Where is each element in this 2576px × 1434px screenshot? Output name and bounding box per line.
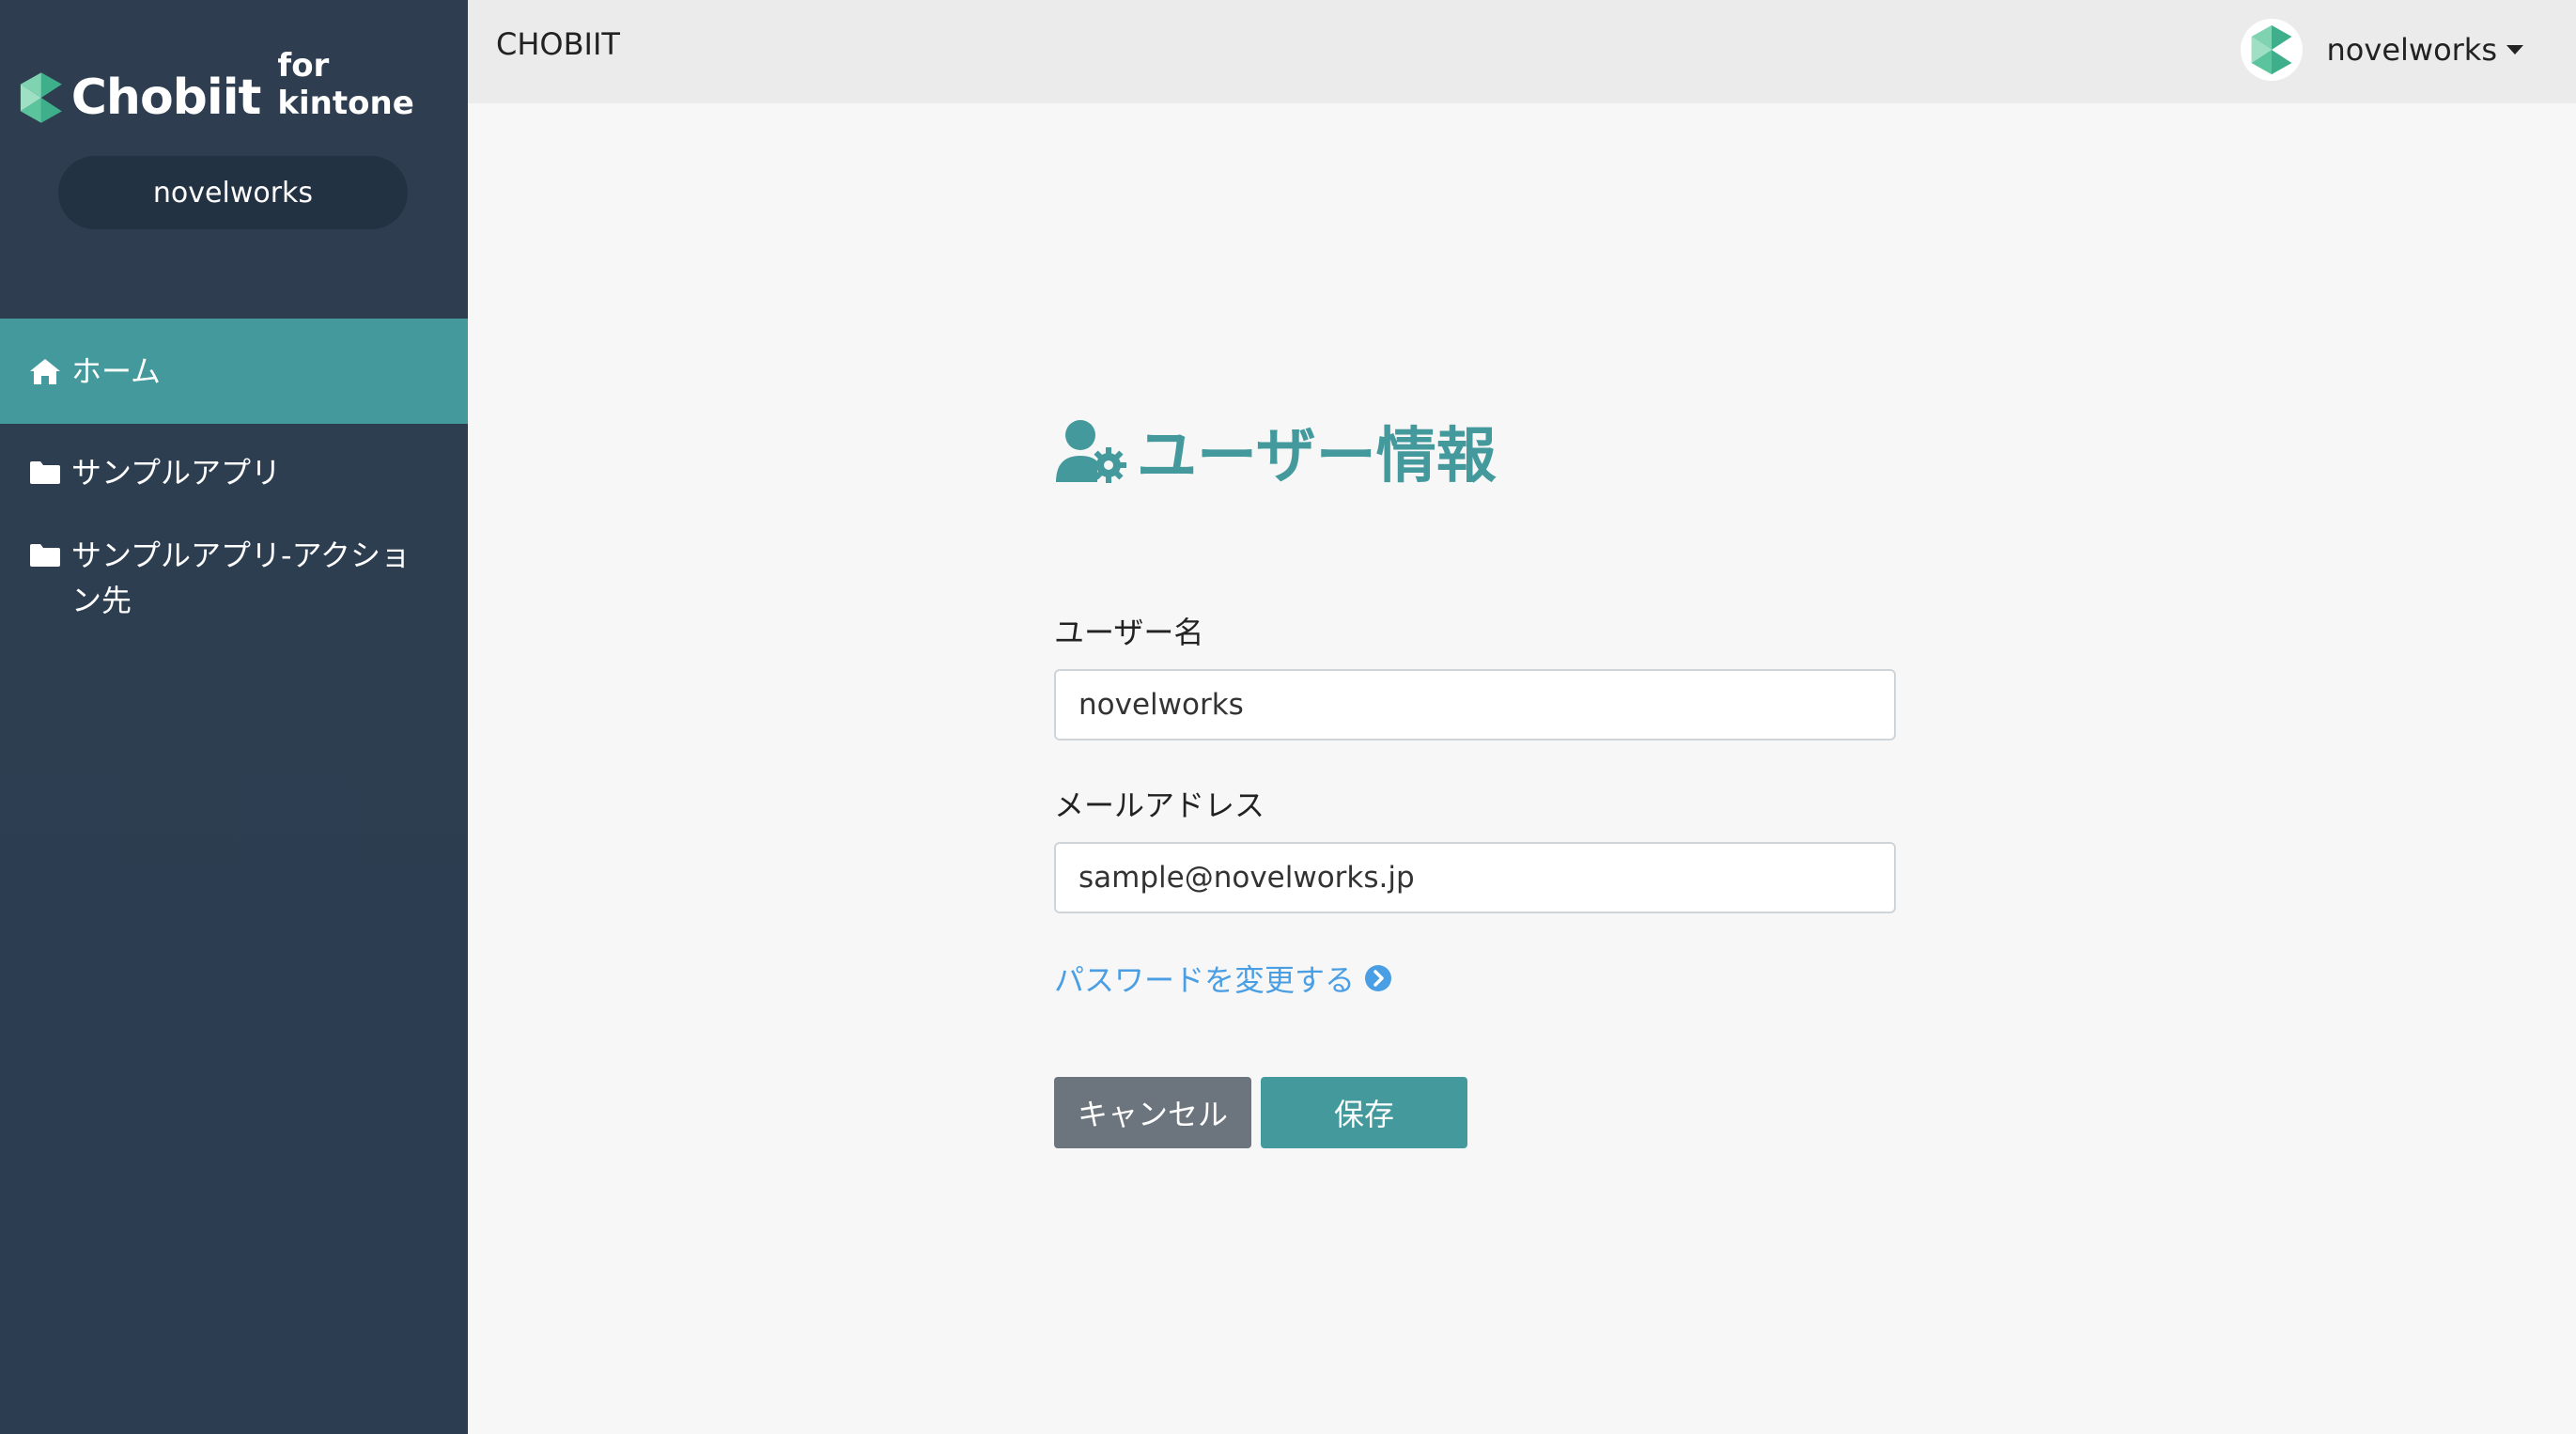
- change-password-link[interactable]: パスワードを変更する: [1054, 957, 1392, 1000]
- page-title-text: ユーザー情報: [1137, 422, 1497, 491]
- logo-subtitle: for kintone: [277, 47, 414, 122]
- user-menu[interactable]: novelworks: [2240, 19, 2523, 81]
- sidebar-item-label: サンプルアプリ: [71, 455, 282, 491]
- logo-wordmark: Chobiit: [70, 70, 262, 126]
- folder-icon: [30, 461, 60, 484]
- save-button[interactable]: 保存: [1261, 1077, 1467, 1148]
- user-settings-icon: [1056, 420, 1126, 483]
- username-label: ユーザー名: [1054, 615, 1204, 650]
- brand-title: CHOBIIT: [496, 26, 620, 62]
- chobiit-logo-icon: [2251, 24, 2291, 75]
- folder-icon: [30, 544, 60, 567]
- email-field[interactable]: [1054, 842, 1896, 913]
- sidebar-item-sample-app-action[interactable]: サンプルアプリ-アクション先: [0, 522, 468, 649]
- chevron-right-circle-icon: [1365, 965, 1392, 991]
- chevron-down-icon: [2506, 45, 2523, 55]
- sidebar-item-sample-app[interactable]: サンプルアプリ: [0, 424, 468, 522]
- sidebar-item-label: サンプルアプリ-アクション先: [71, 538, 411, 618]
- sidebar-item-home[interactable]: ホーム: [0, 319, 468, 424]
- chobiit-logo-icon: [20, 72, 62, 123]
- top-bar: CHOBIIT novelworks: [468, 0, 2576, 103]
- account-badge: novelworks: [58, 156, 408, 229]
- page-title: ユーザー情報: [1054, 413, 1900, 491]
- username-field[interactable]: [1054, 669, 1896, 740]
- change-password-label: パスワードを変更する: [1054, 962, 1356, 998]
- cancel-button[interactable]: キャンセル: [1054, 1077, 1251, 1148]
- sidebar-item-label: ホーム: [71, 353, 162, 389]
- home-icon: [30, 359, 60, 384]
- avatar: [2240, 19, 2303, 81]
- sidebar-nav: ホーム サンプルアプリ サンプルアプリ-アクション先: [0, 319, 468, 649]
- user-info-form: ユーザー情報 ユーザー名 メールアドレス パスワードを変更する キャンセル 保存: [1054, 413, 1900, 1148]
- user-name: novelworks: [2326, 32, 2497, 68]
- email-label: メールアドレス: [1054, 787, 1265, 823]
- chobiit-logo[interactable]: Chobiit for kintone: [19, 47, 468, 126]
- sidebar: Chobiit for kintone novelworks ホーム サンプルア…: [0, 0, 468, 1434]
